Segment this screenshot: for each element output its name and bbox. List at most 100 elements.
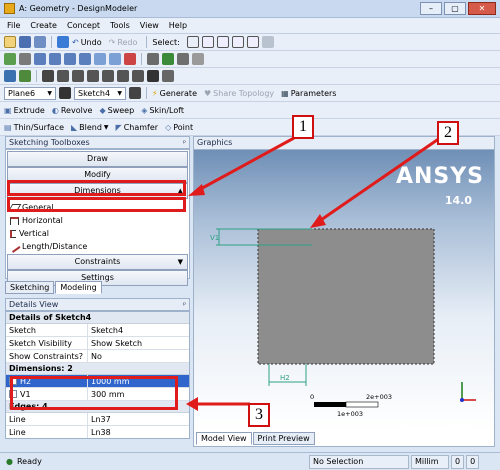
skin-loft-button[interactable]: ◈ Skin/Loft [141, 106, 184, 115]
new-plane-icon[interactable] [59, 87, 71, 99]
maximize-button[interactable]: ▢ [444, 2, 466, 15]
vertical-dimension-icon [10, 229, 16, 238]
export-icon[interactable] [34, 36, 46, 48]
table-row[interactable]: Show Constraints? No [6, 350, 189, 363]
tab-model-view[interactable]: Model View [196, 432, 252, 445]
new-sketch-icon[interactable] [129, 87, 141, 99]
close-button[interactable]: ✕ [468, 2, 496, 15]
graphics-tabs: Model View Print Preview [194, 432, 315, 445]
details-view-title: Details View ᵖ [5, 298, 190, 311]
screenshot-icon[interactable] [57, 36, 69, 48]
undo-button[interactable]: ↶ Undo [72, 38, 102, 47]
point-button[interactable]: ◇ Point [165, 123, 193, 132]
magnifier-icon[interactable] [79, 53, 91, 65]
sketch-rectangle[interactable] [257, 228, 435, 365]
parameters-button[interactable]: ▦ Parameters [281, 89, 336, 98]
tab-modeling[interactable]: Modeling [55, 281, 102, 294]
v1-label: V1 [210, 234, 219, 242]
select-edge-icon[interactable] [216, 36, 229, 48]
rotate-icon[interactable] [4, 53, 16, 65]
app-icon [4, 3, 15, 14]
extrude-button[interactable]: ▣ Extrude [4, 106, 45, 115]
pin-icon[interactable]: ᵖ [183, 137, 186, 148]
menu-create[interactable]: Create [29, 20, 58, 31]
zoom-icon[interactable] [34, 53, 46, 65]
display-edges-icon[interactable] [4, 70, 16, 82]
details-section-sketch[interactable]: Details of Sketch4 [6, 312, 189, 324]
status-text: Ready [16, 457, 42, 466]
chamfer-label: Chamfer [123, 122, 159, 132]
share-topology-button[interactable]: ♥ Share Topology [204, 89, 274, 98]
units-select[interactable]: Millim [410, 454, 449, 469]
chevron-down-icon: ▼ [117, 89, 122, 97]
next-view-icon[interactable] [109, 53, 121, 65]
new-file-icon[interactable] [4, 36, 16, 48]
select-point-icon[interactable] [201, 36, 214, 48]
row-value: Sketch4 [91, 325, 124, 335]
undo-label: Undo [80, 37, 102, 47]
menu-help[interactable]: Help [168, 20, 188, 31]
save-icon[interactable] [19, 36, 31, 48]
select-body-icon[interactable] [246, 36, 259, 48]
menu-file[interactable]: File [6, 20, 21, 31]
flag-icon[interactable] [162, 70, 174, 82]
redo-button[interactable]: ↷ Redo [109, 38, 138, 47]
select-mode-icon[interactable] [186, 36, 199, 48]
line-body-icon[interactable] [132, 70, 144, 82]
face-icon[interactable] [102, 70, 114, 82]
revolve-label: Revolve [60, 105, 93, 115]
revolve-button[interactable]: ◐ Revolve [52, 106, 93, 115]
new-sketch-icon[interactable] [177, 53, 189, 65]
point-coords-icon[interactable] [42, 70, 54, 82]
table-row[interactable]: Line Ln38 [6, 426, 189, 438]
edge-direction-icon[interactable] [57, 70, 69, 82]
toolbox-item-horizontal[interactable]: Horizontal [6, 214, 189, 227]
sweep-button[interactable]: ◆ Sweep [99, 106, 134, 115]
table-row[interactable]: Sketch Sketch4 [6, 324, 189, 337]
menu-tools[interactable]: Tools [109, 20, 131, 31]
table-row[interactable]: Line Ln37 [6, 413, 189, 426]
thin-surface-button[interactable]: ▤ Thin/Surface [4, 123, 64, 132]
toolbar-row-1: ↶ Undo ↷ Redo Select: [0, 34, 500, 51]
sketch-select[interactable]: Sketch4 ▼ [74, 86, 126, 100]
extend-icon[interactable] [261, 36, 274, 48]
menu-concept[interactable]: Concept [66, 20, 101, 31]
constraints-label: Constraints [74, 257, 121, 266]
airplane-icon[interactable] [147, 70, 159, 82]
chamfer-button[interactable]: ◤ Chamfer [116, 123, 159, 132]
minimize-button[interactable]: – [420, 2, 442, 15]
iso-view-icon[interactable] [124, 53, 136, 65]
previous-view-icon[interactable] [94, 53, 106, 65]
toolbox-constraints-button[interactable]: Constraints ▼ [7, 254, 188, 270]
toolbox-item-length-distance[interactable]: Length/Distance [6, 240, 189, 253]
new-plane-icon[interactable] [162, 53, 174, 65]
horizontal-dimension-icon [10, 216, 19, 225]
toolbox-draw-button[interactable]: Draw [7, 151, 188, 167]
box-zoom-icon[interactable] [49, 53, 61, 65]
ready-icon: ● [6, 457, 13, 466]
highlight-dimension-rows [10, 376, 178, 410]
pin-icon[interactable]: ᵖ [183, 299, 186, 310]
toolbox-item-vertical[interactable]: Vertical [6, 227, 189, 240]
tab-sketching[interactable]: Sketching [5, 281, 55, 294]
tab-print-preview[interactable]: Print Preview [252, 432, 315, 445]
display-model-icon[interactable] [192, 53, 204, 65]
body-icon[interactable] [117, 70, 129, 82]
scale-max: 2e+003 [366, 393, 392, 401]
details-section-dimensions[interactable]: Dimensions: 2 [6, 363, 189, 375]
graphics-viewport[interactable]: ANSYS 14.0 H2 V1 0 2e+003 1e+003 [194, 150, 494, 430]
table-row[interactable]: Sketch Visibility Show Sketch [6, 337, 189, 350]
pan-icon[interactable] [19, 53, 31, 65]
select-face-icon[interactable] [231, 36, 244, 48]
zoom-fit-icon[interactable] [64, 53, 76, 65]
vertex-icon[interactable] [72, 70, 84, 82]
blend-button[interactable]: ◣ Blend ▼ [71, 123, 109, 132]
look-at-icon[interactable] [147, 53, 159, 65]
plane-value: Plane6 [8, 88, 36, 98]
share-topology-icon: ♥ [204, 88, 212, 98]
generate-button[interactable]: ⚡ Generate [152, 89, 197, 98]
menu-view[interactable]: View [139, 20, 160, 31]
display-faces-icon[interactable] [19, 70, 31, 82]
plane-select[interactable]: Plane6 ▼ [4, 86, 56, 100]
edge-icon[interactable] [87, 70, 99, 82]
